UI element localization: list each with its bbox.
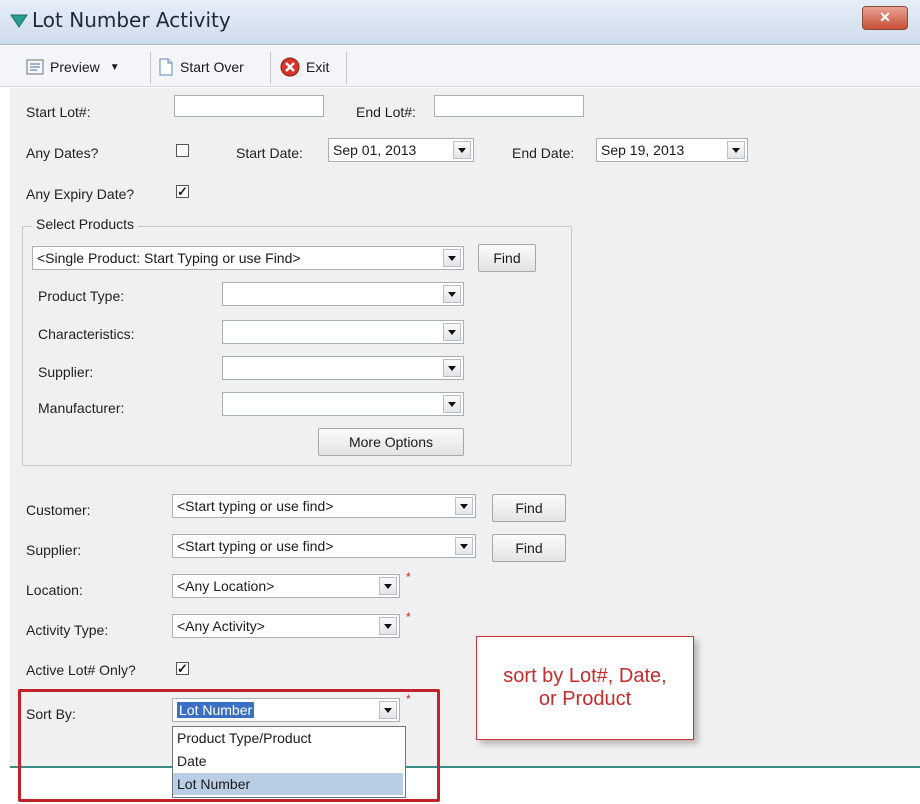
- chevron-down-icon[interactable]: [443, 395, 461, 413]
- activity-type-label: Activity Type:: [26, 622, 109, 638]
- chevron-down-icon[interactable]: [455, 497, 473, 515]
- any-expiry-checkbox[interactable]: ✓: [176, 185, 189, 198]
- activity-type-select[interactable]: <Any Activity>: [172, 614, 400, 638]
- chevron-down-icon[interactable]: [455, 537, 473, 555]
- customer-value: <Start typing or use find>: [177, 498, 334, 514]
- any-dates-label: Any Dates?: [26, 145, 99, 161]
- end-date-value: Sep 19, 2013: [601, 142, 685, 158]
- manufacturer-label: Manufacturer:: [38, 400, 125, 416]
- toolbar-divider: [346, 52, 347, 84]
- product-find-button[interactable]: Find: [478, 244, 536, 272]
- end-lot-label: End Lot#:: [356, 104, 416, 120]
- preview-button[interactable]: Preview ▼: [26, 54, 120, 80]
- annotation-line-2: or Product: [538, 688, 632, 710]
- select-products-title: Select Products: [32, 216, 139, 232]
- start-date-picker[interactable]: Sep 01, 2013: [328, 138, 474, 162]
- end-date-label: End Date:: [512, 145, 575, 161]
- start-lot-input[interactable]: [174, 95, 324, 117]
- window-title: Lot Number Activity: [32, 8, 231, 32]
- active-lot-checkbox[interactable]: ✓: [176, 662, 189, 675]
- location-select[interactable]: <Any Location>: [172, 574, 400, 598]
- product-type-label: Product Type:: [38, 288, 125, 304]
- toolbar-divider: [270, 52, 271, 84]
- product-select[interactable]: <Single Product: Start Typing or use Fin…: [32, 246, 464, 270]
- sort-highlight-box: [18, 689, 440, 802]
- any-dates-checkbox[interactable]: [176, 144, 189, 157]
- toolbar: [0, 46, 920, 87]
- preview-icon: [26, 59, 44, 75]
- chevron-down-icon[interactable]: ▼: [110, 62, 120, 73]
- manufacturer-select[interactable]: [222, 392, 464, 416]
- characteristics-select[interactable]: [222, 320, 464, 344]
- new-document-icon: [159, 58, 173, 76]
- end-lot-input[interactable]: [434, 95, 584, 117]
- chevron-down-icon[interactable]: [443, 323, 461, 341]
- annotation-callout: sort by Lot#, Date, or Product: [476, 636, 694, 740]
- product-supplier-label: Supplier:: [38, 364, 94, 380]
- supplier-find-button[interactable]: Find: [492, 534, 566, 562]
- supplier-value: <Start typing or use find>: [177, 538, 334, 554]
- chevron-down-icon[interactable]: [443, 285, 461, 303]
- active-lot-label: Active Lot# Only?: [26, 662, 136, 678]
- required-marker: *: [406, 610, 411, 624]
- product-type-select[interactable]: [222, 282, 464, 306]
- any-expiry-label: Any Expiry Date?: [26, 186, 135, 202]
- chevron-down-icon[interactable]: [379, 617, 397, 635]
- characteristics-label: Characteristics:: [38, 326, 135, 342]
- start-date-label: Start Date:: [236, 145, 303, 161]
- product-supplier-select[interactable]: [222, 356, 464, 380]
- customer-label: Customer:: [26, 502, 91, 518]
- annotation-line-1: sort by Lot#, Date,: [503, 665, 667, 687]
- supplier-select[interactable]: <Start typing or use find>: [172, 534, 476, 558]
- chevron-down-icon[interactable]: [727, 141, 745, 159]
- chevron-down-icon[interactable]: [443, 249, 461, 267]
- start-date-value: Sep 01, 2013: [333, 142, 417, 158]
- supplier-label: Supplier:: [26, 542, 82, 558]
- end-date-picker[interactable]: Sep 19, 2013: [596, 138, 748, 162]
- more-options-button[interactable]: More Options: [318, 428, 464, 456]
- start-over-button[interactable]: Start Over: [158, 54, 244, 80]
- close-button[interactable]: ✕: [862, 6, 908, 30]
- location-label: Location:: [26, 582, 83, 598]
- exit-icon: [280, 57, 300, 77]
- customer-select[interactable]: <Start typing or use find>: [172, 494, 476, 518]
- chevron-down-icon[interactable]: [453, 141, 471, 159]
- chevron-down-icon[interactable]: [379, 577, 397, 595]
- exit-label: Exit: [306, 59, 330, 75]
- preview-label: Preview: [50, 59, 100, 75]
- chevron-down-icon[interactable]: [443, 359, 461, 377]
- start-over-label: Start Over: [180, 59, 244, 75]
- required-marker: *: [406, 570, 411, 584]
- toolbar-divider: [150, 52, 151, 84]
- start-lot-label: Start Lot#:: [26, 104, 91, 120]
- app-logo-icon: [10, 14, 28, 28]
- activity-type-value: <Any Activity>: [177, 618, 265, 634]
- location-value: <Any Location>: [177, 578, 275, 594]
- customer-find-button[interactable]: Find: [492, 494, 566, 522]
- exit-button[interactable]: Exit: [280, 54, 329, 80]
- product-value: <Single Product: Start Typing or use Fin…: [37, 250, 301, 266]
